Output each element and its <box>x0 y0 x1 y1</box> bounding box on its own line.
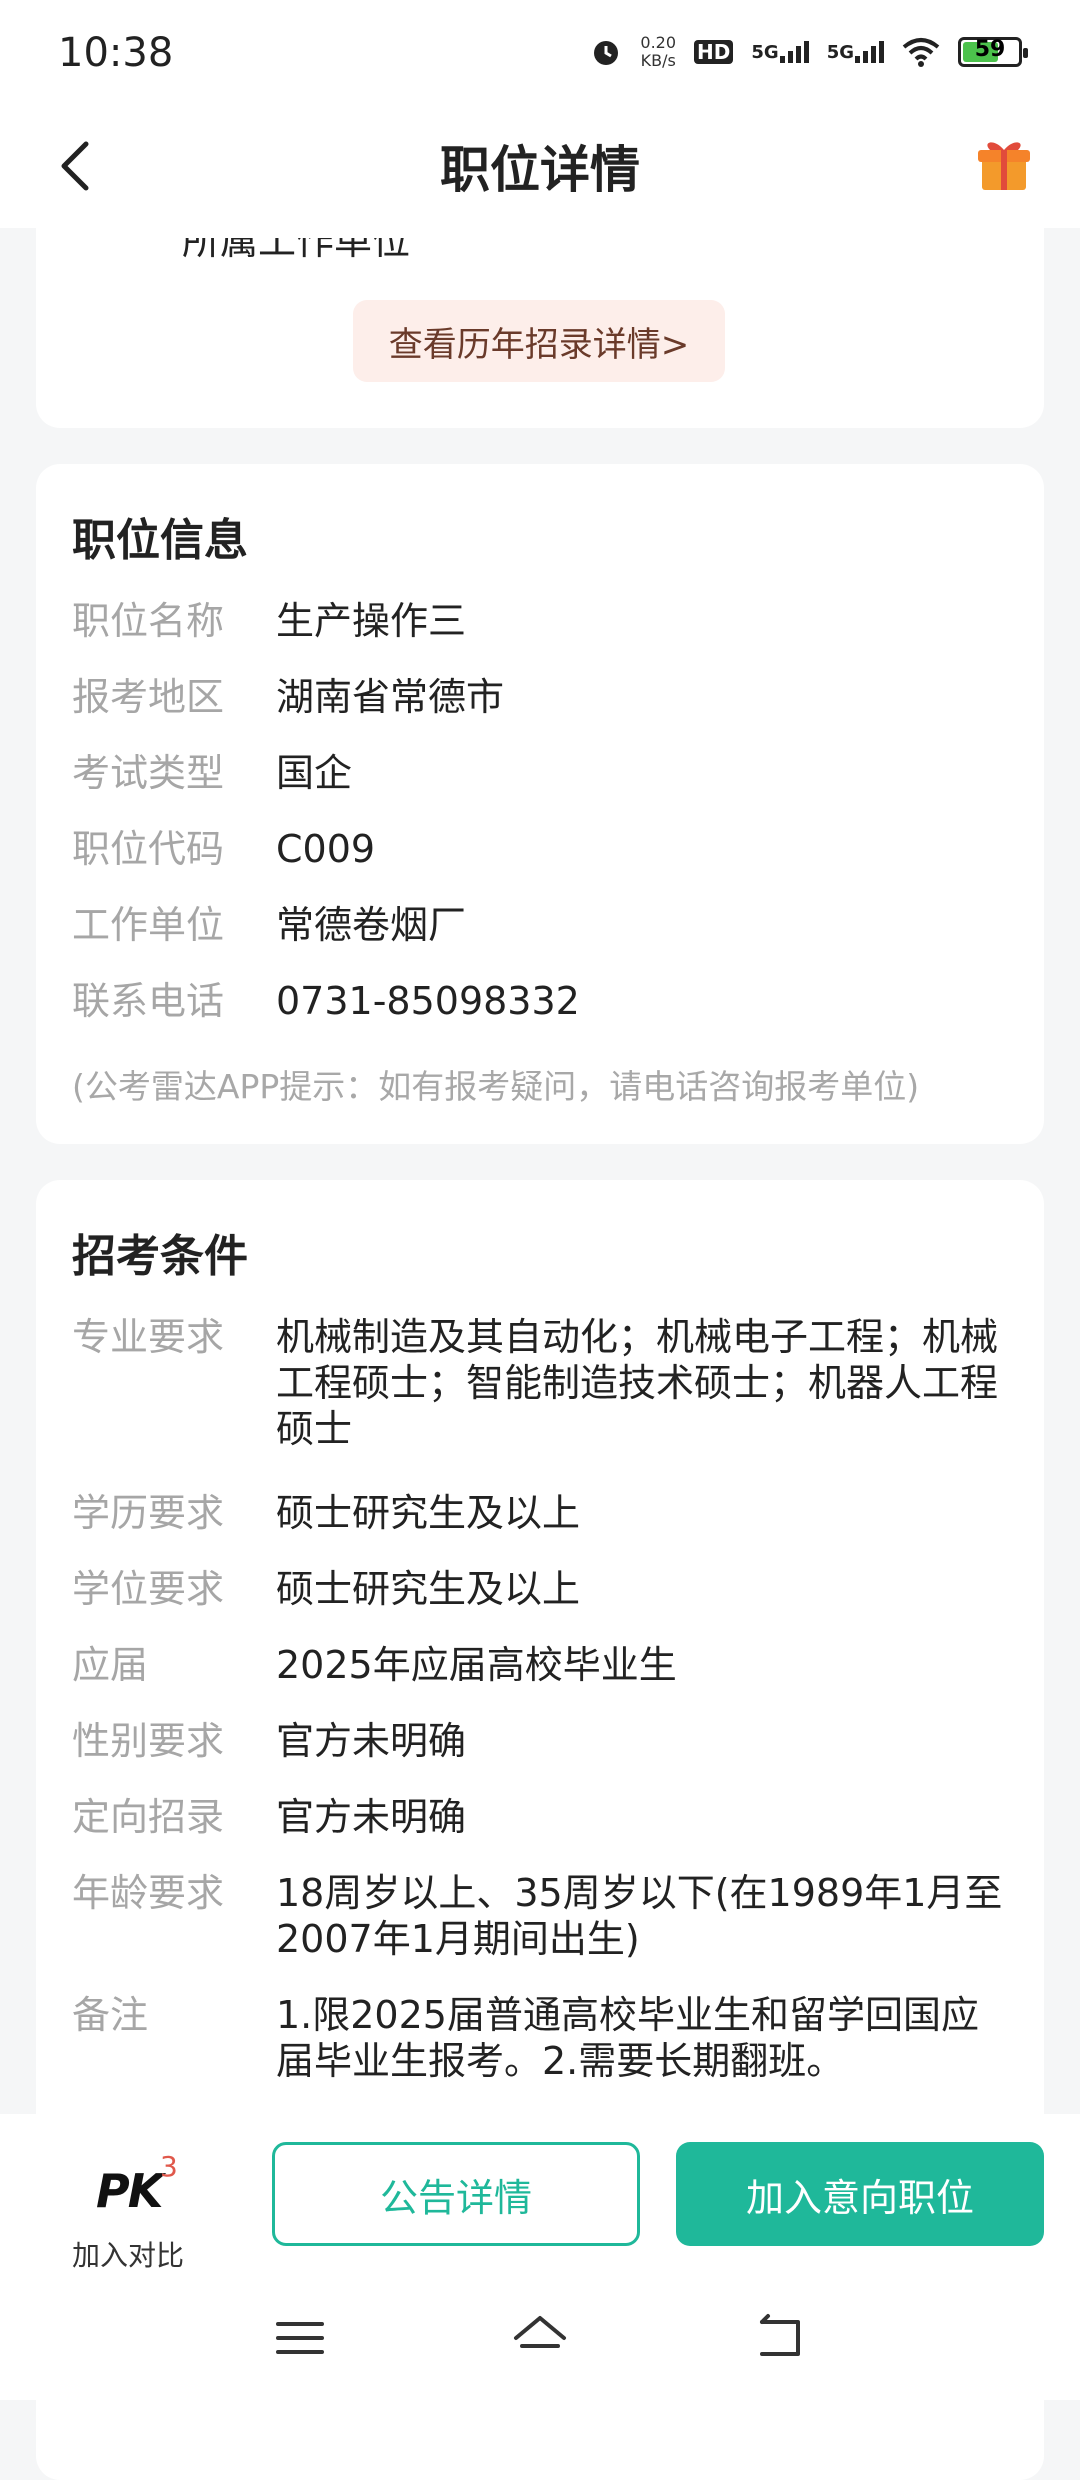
signal-2: 5G <box>827 41 884 63</box>
wifi-icon <box>902 38 940 67</box>
info-label: 职位名称 <box>72 599 225 643</box>
req-label: 备注 <box>72 1993 149 2037</box>
req-value: 2025年应届高校毕业生 <box>276 1643 677 1687</box>
info-label: 工作单位 <box>72 903 225 947</box>
req-label: 定向招录 <box>72 1795 225 1839</box>
info-label: 考试类型 <box>72 751 225 795</box>
req-label: 学历要求 <box>72 1491 225 1535</box>
req-row-remarks: 备注 1.限2025届普通高校毕业生和留学回国应届毕业生报考。2.需要长期翻班。 <box>72 1992 1008 2084</box>
history-records-button[interactable]: 查看历年招录详情> <box>353 300 725 382</box>
menu-icon[interactable] <box>270 2308 330 2368</box>
req-label: 年龄要求 <box>72 1871 225 1915</box>
req-row-directed: 定向招录 官方未明确 <box>72 1794 1008 1840</box>
status-time: 10:38 <box>58 30 174 76</box>
info-value: 生产操作三 <box>276 599 467 643</box>
notice-details-button[interactable]: 公告详情 <box>272 2142 640 2246</box>
req-value: 官方未明确 <box>276 1719 467 1763</box>
req-value: 机械制造及其自动化；机械电子工程；机械工程硕士；智能制造技术硕士；机器人工程硕士 <box>276 1315 999 1451</box>
requirements-title: 招考条件 <box>72 1231 248 1282</box>
info-row-phone: 联系电话 0731-85098332 <box>72 978 1008 1024</box>
contact-tip: (公考雷达APP提示：如有报考疑问，请电话咨询报考单位) <box>72 1067 920 1106</box>
compare-label: 加入对比 <box>72 2239 185 2272</box>
hd-label: HD <box>694 40 734 64</box>
info-value: 常德卷烟厂 <box>276 903 467 947</box>
info-label: 职位代码 <box>72 827 225 871</box>
compare-count-badge: 3 <box>160 2150 178 2183</box>
req-row-gender: 性别要求 官方未明确 <box>72 1718 1008 1764</box>
battery-level: 59 <box>974 37 1006 62</box>
req-value: 1.限2025届普通高校毕业生和留学回国应届毕业生报考。2.需要长期翻班。 <box>276 1993 979 2083</box>
signal-bars-icon <box>779 41 809 63</box>
position-info-title: 职位信息 <box>72 515 248 566</box>
signal-1-label: 5G <box>751 41 779 63</box>
info-value: 湖南省常德市 <box>276 675 505 719</box>
history-card: 所属工作单位 查看历年招录详情> <box>36 228 1044 428</box>
pk-icon: PK <box>96 2164 163 2218</box>
position-info-card: 职位信息 职位名称 生产操作三 报考地区 湖南省常德市 考试类型 国企 职位代码… <box>36 464 1044 1144</box>
status-icons: 0.20 KB/s HD 5G 5G 59 <box>590 34 1028 70</box>
back-arrow-icon[interactable] <box>750 2308 810 2368</box>
info-value: 国企 <box>276 751 353 795</box>
req-label: 学位要求 <box>72 1567 225 1611</box>
battery-icon: 59 <box>958 37 1028 67</box>
info-row-employer: 工作单位 常德卷烟厂 <box>72 902 1008 948</box>
info-row-region: 报考地区 湖南省常德市 <box>72 674 1008 720</box>
add-compare-button[interactable]: PK 3 加入对比 <box>62 2142 202 2272</box>
signal-2-label: 5G <box>826 41 854 63</box>
req-value: 硕士研究生及以上 <box>276 1567 581 1611</box>
req-row-major: 专业要求 机械制造及其自动化；机械电子工程；机械工程硕士；智能制造技术硕士；机器… <box>72 1314 1008 1452</box>
net-speed-unit: KB/s <box>640 51 676 70</box>
req-row-age: 年龄要求 18周岁以上、35周岁以下(在1989年1月至2007年1月期间出生) <box>72 1870 1008 1962</box>
req-value: 官方未明确 <box>276 1795 467 1839</box>
req-label: 性别要求 <box>72 1719 225 1763</box>
info-label: 报考地区 <box>72 675 225 719</box>
nav-header: 职位详情 <box>0 112 1080 228</box>
req-row-education: 学历要求 硕士研究生及以上 <box>72 1490 1008 1536</box>
status-bar: 10:38 0.20 KB/s HD 5G 5G 59 <box>0 0 1080 112</box>
page-title: 职位详情 <box>440 141 640 199</box>
add-intended-position-button[interactable]: 加入意向职位 <box>676 2142 1044 2246</box>
req-row-graduate: 应届 2025年应届高校毕业生 <box>72 1642 1008 1688</box>
net-speed: 0.20 KB/s <box>640 34 676 70</box>
signal-1: 5G <box>751 41 809 63</box>
info-row-code: 职位代码 C009 <box>72 826 1008 872</box>
info-value: C009 <box>276 827 376 871</box>
req-label: 专业要求 <box>72 1315 225 1359</box>
info-label: 联系电话 <box>72 979 225 1023</box>
signal-bars-icon <box>855 41 884 63</box>
req-value: 硕士研究生及以上 <box>276 1491 581 1535</box>
alarm-icon <box>594 41 619 65</box>
req-label: 应届 <box>72 1643 149 1687</box>
home-icon[interactable] <box>510 2308 570 2368</box>
req-row-degree: 学位要求 硕士研究生及以上 <box>72 1566 1008 1612</box>
hd-indicator: HD <box>694 40 734 64</box>
phone-number[interactable]: 0731-85098332 <box>276 978 1008 1024</box>
gift-icon[interactable] <box>974 134 1034 194</box>
system-navigation-bar <box>0 2290 1080 2390</box>
info-row-exam-type: 考试类型 国企 <box>72 750 1008 796</box>
info-row-name: 职位名称 生产操作三 <box>72 598 1008 644</box>
req-value: 18周岁以上、35周岁以下(在1989年1月至2007年1月期间出生) <box>276 1871 1003 1961</box>
net-speed-value: 0.20 <box>640 33 677 52</box>
